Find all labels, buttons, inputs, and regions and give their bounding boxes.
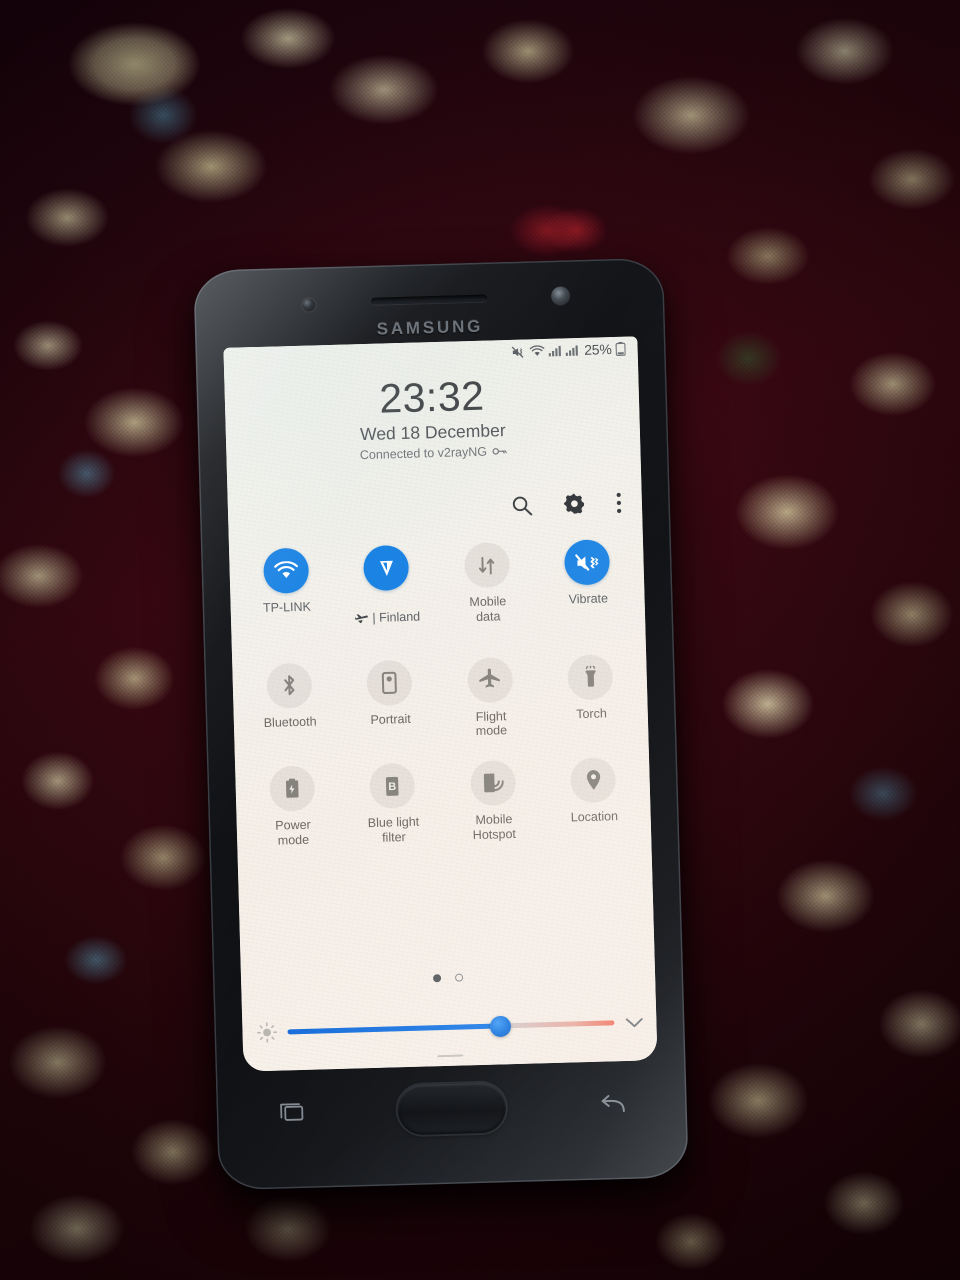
chevron-down-icon[interactable] xyxy=(624,1015,644,1030)
brightness-slider-thumb[interactable] xyxy=(489,1015,511,1037)
svg-text:B: B xyxy=(388,780,396,792)
phone-screen: 25% 23:32 Wed 18 December Connected to v… xyxy=(223,336,658,1072)
blue-light-icon: B xyxy=(369,762,416,809)
tile-vibrate[interactable]: Vibrate xyxy=(536,538,639,633)
battery-icon xyxy=(615,341,626,356)
mute-vibrate-icon xyxy=(510,345,525,358)
more-vert-icon[interactable] xyxy=(616,491,623,513)
tile-label: Mobile Hotspot xyxy=(472,812,517,842)
tile-label: Location xyxy=(570,809,619,825)
samsung-logo: SAMSUNG xyxy=(376,316,484,339)
airplane-small-icon xyxy=(355,598,370,639)
tile-label: Torch xyxy=(576,705,607,721)
flashlight-icon xyxy=(567,653,614,700)
tile-wifi[interactable]: TP-LINK xyxy=(235,547,338,642)
mobile-data-icon xyxy=(463,542,510,589)
tile-label: Portrait xyxy=(370,711,411,727)
tile-power-mode[interactable]: Power mode xyxy=(241,765,344,849)
brightness-icon xyxy=(256,1022,278,1044)
location-pin-icon xyxy=(570,757,617,804)
tile-label-wrap: | Finland xyxy=(355,597,421,639)
search-icon[interactable] xyxy=(511,494,534,517)
samsung-phone: SAMSUNG 25% 23:32 Wed 18 December Connec… xyxy=(193,257,689,1191)
proximity-sensor xyxy=(550,286,571,306)
bluetooth-icon xyxy=(265,662,313,709)
tile-vpn-v2ray[interactable]: | Finland xyxy=(336,544,439,639)
quick-settings-tile-grid: TP-LINK | Finland Mobile data Vibrate Bl… xyxy=(235,538,645,849)
tile-location[interactable]: Location xyxy=(543,756,646,840)
earpiece-speaker xyxy=(371,294,488,305)
tile-torch[interactable]: Torch xyxy=(540,653,643,737)
battery-percent-label: 25% xyxy=(583,341,612,358)
recents-icon[interactable] xyxy=(278,1100,305,1125)
wifi-icon xyxy=(262,547,310,594)
v2ray-v-icon xyxy=(363,544,410,592)
wifi-icon xyxy=(529,345,545,357)
signal-bars-icon xyxy=(548,345,561,357)
page-dot-inactive[interactable] xyxy=(454,973,464,982)
brightness-slider[interactable] xyxy=(287,1015,615,1037)
tile-bluetooth[interactable]: Bluetooth xyxy=(238,661,341,745)
tile-portrait-rotation[interactable]: Portrait xyxy=(339,659,442,743)
tile-label: | Finland xyxy=(372,609,421,625)
airplane-icon xyxy=(466,656,514,703)
tile-label: Bluetooth xyxy=(263,713,317,730)
tile-label: Power mode xyxy=(275,817,311,848)
tile-label: TP-LINK xyxy=(262,599,312,615)
front-camera xyxy=(302,298,316,312)
tile-label: Mobile data xyxy=(469,594,507,624)
tile-blue-light-filter[interactable]: B Blue light filter xyxy=(342,762,445,846)
page-dot-active[interactable] xyxy=(432,974,442,983)
tile-flight-mode[interactable]: Flight mode xyxy=(439,656,542,740)
tile-label: Flight mode xyxy=(475,708,508,739)
back-icon[interactable] xyxy=(598,1093,627,1116)
tile-label: Vibrate xyxy=(568,591,609,607)
vibrate-icon xyxy=(564,539,611,586)
portrait-rotate-icon xyxy=(366,659,413,706)
hotspot-icon xyxy=(469,759,517,807)
tile-mobile-data[interactable]: Mobile data xyxy=(436,541,539,636)
vpn-key-icon xyxy=(492,446,507,456)
lockscreen-clock-block: 23:32 Wed 18 December Connected to v2ray… xyxy=(224,370,640,466)
tile-mobile-hotspot[interactable]: Mobile Hotspot xyxy=(442,759,545,843)
status-bar: 25% xyxy=(510,341,626,360)
gear-icon[interactable] xyxy=(563,492,587,516)
brightness-slider-fill xyxy=(287,1023,501,1035)
home-button[interactable] xyxy=(397,1082,507,1136)
power-battery-icon xyxy=(268,765,316,812)
panel-header-actions xyxy=(511,491,623,517)
signal-bars-icon xyxy=(565,344,578,356)
tile-label: Blue light filter xyxy=(367,814,420,845)
